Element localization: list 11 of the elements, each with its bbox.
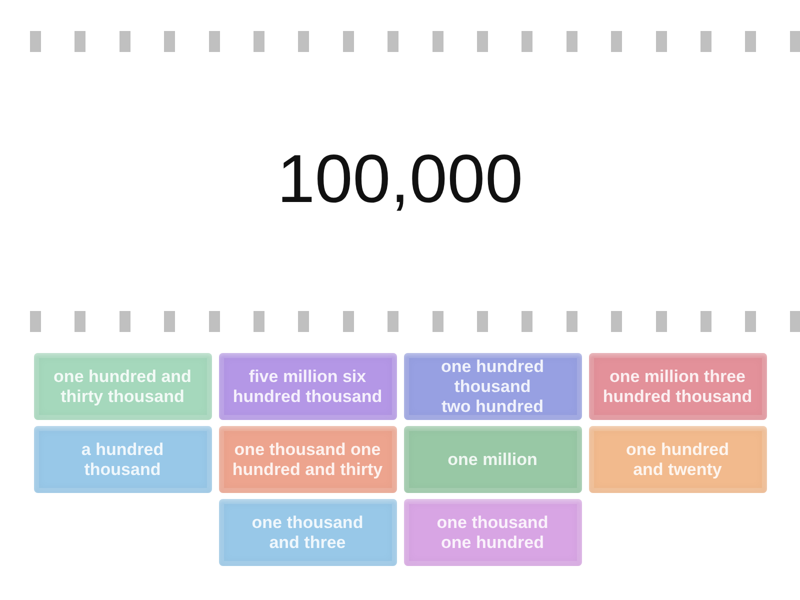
answer-tile[interactable]: one hundred and thirty thousand — [34, 353, 212, 420]
answer-tile[interactable]: a hundred thousand — [34, 426, 212, 493]
answer-tile[interactable]: one thousand one hundred and thirty — [218, 426, 396, 493]
answer-tile[interactable]: one hundred and twenty — [588, 426, 766, 493]
answer-tile[interactable]: one thousand one hundred — [404, 499, 582, 566]
answer-tile[interactable]: one thousand and three — [218, 499, 396, 566]
prompt-number: 100,000 — [277, 144, 523, 212]
answer-tile[interactable]: five million six hundred thousand — [218, 353, 396, 420]
answer-tile[interactable]: one million — [404, 426, 582, 493]
answer-tile[interactable]: one hundred thousand two hundred — [404, 353, 582, 420]
answer-tile[interactable]: one million three hundred thousand — [588, 353, 766, 420]
